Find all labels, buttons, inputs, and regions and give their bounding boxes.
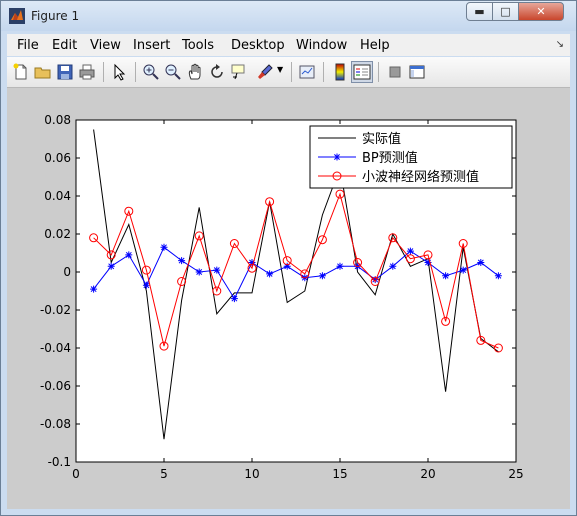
y-tick-label: -0.04 bbox=[40, 341, 71, 355]
data-point-star bbox=[477, 259, 485, 266]
menu-file[interactable]: File bbox=[17, 38, 39, 53]
menu-bar: File Edit View Insert Tools Desktop Wind… bbox=[7, 34, 570, 56]
data-point-star bbox=[160, 243, 168, 251]
zoom-out-icon[interactable] bbox=[163, 62, 183, 82]
data-point-star bbox=[230, 295, 238, 303]
legend-label: 实际值 bbox=[362, 131, 401, 147]
edit-plot-icon[interactable] bbox=[109, 62, 129, 82]
toolbar-separator bbox=[378, 62, 379, 82]
x-tick-label: 15 bbox=[332, 467, 347, 481]
data-point-star bbox=[90, 285, 98, 293]
legend-label: BP预测值 bbox=[362, 150, 418, 166]
menu-help[interactable]: Help bbox=[360, 38, 390, 53]
show-plot-tools-icon[interactable] bbox=[407, 62, 427, 82]
line-chart: 0 5 10 15 20 25 -0.1 -0.08 -0.06 -0.04 -0.02 0 0.02 0… bbox=[40, 113, 524, 481]
data-point-star bbox=[178, 257, 186, 265]
menu-window[interactable]: Window bbox=[296, 38, 347, 53]
window-title: Figure 1 bbox=[31, 9, 80, 23]
x-tick-label: 20 bbox=[420, 467, 435, 481]
x-tick-label: 25 bbox=[508, 467, 523, 481]
data-point-star bbox=[266, 270, 274, 278]
zoom-in-icon[interactable] bbox=[141, 62, 161, 82]
legend-marker-star bbox=[333, 153, 341, 161]
close-button[interactable]: ✕ bbox=[518, 2, 564, 21]
x-tick-label: 5 bbox=[160, 467, 168, 481]
menu-desktop[interactable]: Desktop bbox=[231, 38, 285, 53]
colorbar-icon[interactable] bbox=[330, 62, 350, 82]
y-tick-label: -0.06 bbox=[40, 379, 71, 393]
y-tick-label: -0.1 bbox=[48, 455, 71, 469]
rotate-3d-icon[interactable] bbox=[207, 62, 227, 82]
data-point-star bbox=[318, 272, 326, 280]
x-tick-label: 10 bbox=[244, 467, 259, 481]
open-file-icon[interactable] bbox=[33, 62, 53, 82]
y-tick-label: 0.06 bbox=[44, 151, 71, 165]
title-bar[interactable]: Figure 1 ▬ □ ✕ bbox=[1, 1, 576, 31]
menu-insert[interactable]: Insert bbox=[133, 38, 170, 53]
data-point-star bbox=[195, 268, 203, 276]
y-tick-label: 0 bbox=[63, 265, 71, 279]
pan-icon[interactable] bbox=[185, 62, 205, 82]
print-icon[interactable] bbox=[77, 62, 97, 82]
menu-tools[interactable]: Tools bbox=[182, 38, 214, 53]
menu-view[interactable]: View bbox=[90, 38, 121, 53]
brush-dropdown-icon[interactable]: ▼ bbox=[277, 65, 283, 74]
y-tick-label: 0.04 bbox=[44, 189, 71, 203]
figure-canvas: 0 5 10 15 20 25 -0.1 -0.08 -0.06 -0.04 -0.02 0 0.02 0… bbox=[7, 88, 570, 509]
legend-icon[interactable] bbox=[351, 61, 373, 83]
brush-icon[interactable] bbox=[255, 62, 275, 82]
legend-label: 小波神经网络预测值 bbox=[362, 169, 479, 185]
y-tick-label: 0.02 bbox=[44, 227, 71, 241]
data-point-star bbox=[125, 251, 133, 259]
data-point-star bbox=[406, 247, 414, 255]
maximize-button[interactable]: □ bbox=[492, 2, 519, 21]
data-point-star bbox=[459, 266, 467, 274]
data-point-star bbox=[336, 262, 344, 270]
figure-window: Figure 1 ▬ □ ✕ File Edit View Insert Too… bbox=[0, 0, 577, 516]
toolbar-separator bbox=[103, 62, 104, 82]
x-tick-label: 0 bbox=[72, 467, 80, 481]
link-plot-icon[interactable] bbox=[297, 62, 317, 82]
minimize-button[interactable]: ▬ bbox=[466, 2, 493, 21]
data-point-star bbox=[213, 266, 221, 274]
dock-arrow-icon[interactable]: ↘ bbox=[556, 39, 564, 50]
data-point-star bbox=[442, 272, 450, 280]
y-tick-label: -0.02 bbox=[40, 303, 71, 317]
data-point-star bbox=[389, 262, 397, 270]
toolbar-separator bbox=[291, 62, 292, 82]
data-point-star bbox=[107, 262, 115, 270]
data-cursor-icon[interactable] bbox=[229, 62, 249, 82]
figure-toolbar: ▼ bbox=[7, 57, 570, 88]
matlab-logo-icon bbox=[9, 8, 25, 24]
hide-plot-tools-icon[interactable] bbox=[385, 62, 405, 82]
y-tick-label: 0.08 bbox=[44, 113, 71, 127]
toolbar-separator bbox=[323, 62, 324, 82]
toolbar-separator bbox=[135, 62, 136, 82]
menu-edit[interactable]: Edit bbox=[52, 38, 77, 53]
save-icon[interactable] bbox=[55, 62, 75, 82]
data-point-star bbox=[494, 272, 502, 280]
new-figure-icon[interactable] bbox=[11, 62, 31, 82]
y-tick-label: -0.08 bbox=[40, 417, 71, 431]
